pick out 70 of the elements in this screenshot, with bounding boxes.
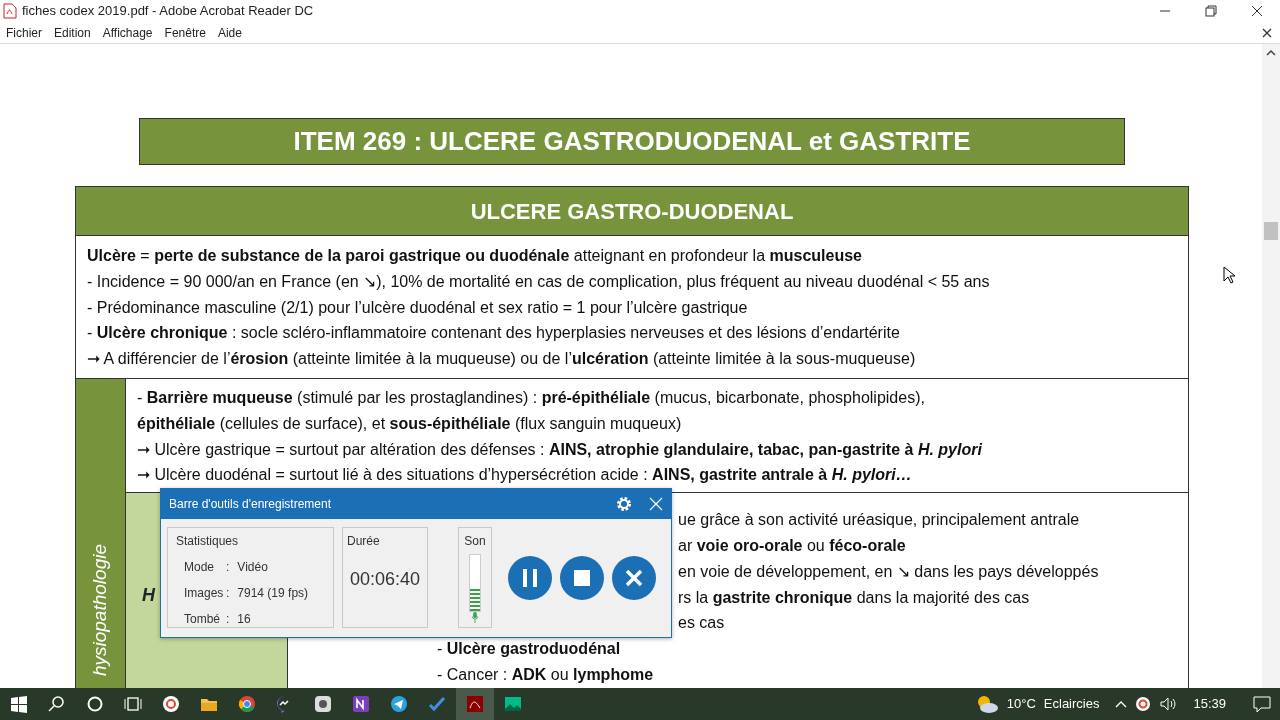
text-line: - Cancer : ADK ou lymphome bbox=[437, 664, 655, 685]
app-icon[interactable] bbox=[161, 694, 181, 714]
toolbar-title: Barre d'outils d'enregistrement bbox=[169, 496, 331, 513]
text-line: ➞ A différencier de l’érosion (atteinte limitée à la muqueuse) ou de l’ulcération (atteinte limitée à la sous-muqueuse) bbox=[87, 349, 917, 370]
pdf-file-icon bbox=[3, 3, 17, 19]
browser-icon[interactable] bbox=[237, 694, 257, 714]
duration-time: 00:06:40 bbox=[348, 568, 422, 591]
scroll-up-icon[interactable] bbox=[1266, 48, 1276, 56]
close-icon[interactable] bbox=[1262, 27, 1272, 38]
item-title-banner: ITEM 269 : ULCERE GASTRODUODENAL et GASTRITE bbox=[139, 118, 1125, 165]
pause-button[interactable] bbox=[508, 555, 552, 600]
section-header: ULCERE GASTRO-DUODENAL bbox=[76, 187, 1188, 236]
menu-item[interactable]: Fichier bbox=[0, 23, 48, 42]
text-line: ue grâce à son activité uréasique, principalement antrale bbox=[678, 510, 1081, 531]
speaker-icon[interactable] bbox=[1159, 696, 1178, 712]
text-line: Ulcère = perte de substance de la paroi gastrique ou duodénale atteignant en profondeur la musculeuse bbox=[87, 246, 863, 266]
microphone-icon bbox=[471, 612, 479, 623]
text-line: - Ulcère chronique : socle scléro-inflammatoire contenant des hyperplasies nerveuses et des lésions d’endartérite bbox=[87, 323, 901, 344]
stat-separator: : bbox=[226, 559, 230, 576]
stop-button[interactable] bbox=[560, 555, 604, 600]
task-view-icon[interactable] bbox=[123, 694, 143, 714]
text-line: ar voie oro-orale ou féco-orale bbox=[678, 535, 907, 556]
app-icon[interactable] bbox=[1135, 696, 1152, 712]
mouse-pointer-icon bbox=[1223, 266, 1235, 284]
text-line: - Incidence = 90 000/an en France (en ↘), 10% de mortalité en cas de complication, plus fréquent au niveau duodénal < 55 ans bbox=[87, 271, 991, 292]
stat-value: 16 bbox=[237, 611, 251, 628]
circle-icon[interactable] bbox=[85, 694, 105, 714]
weather-text: Eclaircies bbox=[1043, 695, 1100, 714]
group-label: Son bbox=[464, 533, 486, 550]
text-line: en voie de développement, en ↘ dans les pays développés bbox=[678, 561, 1100, 582]
image-icon[interactable] bbox=[503, 694, 523, 714]
menu-item[interactable]: Affichage bbox=[96, 23, 159, 42]
notification-icon[interactable] bbox=[1252, 695, 1272, 713]
window-title: fiches codex 2019.pdf - Adobe Acrobat Reader DC bbox=[22, 2, 314, 21]
notebook-icon[interactable] bbox=[351, 694, 371, 714]
group-label: Durée bbox=[347, 533, 381, 550]
stat-label: Images bbox=[184, 585, 225, 602]
temperature-text: 10°C bbox=[1006, 695, 1036, 714]
cancel-button[interactable] bbox=[612, 555, 656, 600]
caret-up-icon[interactable] bbox=[1115, 699, 1128, 709]
text-line: - Barrière muqueuse (stimulé par les prostaglandines) : pré-épithéliale (mucus, bicarbonate, phospholipides), bbox=[137, 388, 926, 408]
stat-separator: : bbox=[226, 585, 230, 602]
pdf-app-icon[interactable] bbox=[465, 694, 485, 714]
paper-plane-icon[interactable] bbox=[389, 694, 409, 714]
vertical-label: hysiopathologie bbox=[88, 543, 112, 676]
text-line: épithéliale (cellules de surface), et sous-épithéliale (flux sanguin muqueux) bbox=[137, 413, 683, 434]
menu-item[interactable]: Edition bbox=[48, 23, 97, 42]
text-line: - Prédominance masculine (2/1) pour l’ulcère duodénal et sex ratio = 1 pour l’ulcère gastrique bbox=[87, 297, 749, 318]
stat-value: Vidéo bbox=[237, 559, 268, 576]
text-line: rs la gastrite chronique dans la majorité des cas bbox=[678, 587, 1031, 608]
cell-label: H bbox=[142, 583, 155, 607]
text-line: ➞ Ulcère gastrique = surtout par altération des défenses : AINS, atrophie glandulaire, tabac, pan-gastrite à H. pylori bbox=[137, 439, 983, 460]
group-label: Statistiques bbox=[176, 533, 240, 550]
app-icon[interactable] bbox=[313, 694, 333, 714]
scrollbar-thumb[interactable] bbox=[1264, 222, 1278, 240]
text-line: ➞ Ulcère duodénal = surtout lié à des situations d’hypersécrétion acide : AINS, gastrite antrale à H. pylori… bbox=[137, 465, 913, 486]
stat-separator: : bbox=[226, 611, 230, 628]
stat-label: Mode bbox=[184, 559, 216, 576]
search-icon[interactable] bbox=[47, 694, 67, 714]
checkmark-icon[interactable] bbox=[427, 694, 447, 714]
menu-item[interactable]: Aide bbox=[211, 23, 248, 42]
menu-item[interactable]: Fenêtre bbox=[158, 23, 212, 42]
text-line: es cas bbox=[678, 613, 726, 634]
scrollbar[interactable] bbox=[1262, 44, 1280, 688]
settings-icon[interactable] bbox=[615, 495, 633, 513]
text-line: - Ulcère gastroduodénal bbox=[437, 639, 622, 660]
windows-start-icon[interactable] bbox=[9, 694, 29, 714]
stat-value: 7914 (19 fps) bbox=[237, 585, 309, 602]
stat-label: Tombé bbox=[184, 611, 222, 628]
clock-text[interactable]: 15:39 bbox=[1193, 694, 1226, 714]
